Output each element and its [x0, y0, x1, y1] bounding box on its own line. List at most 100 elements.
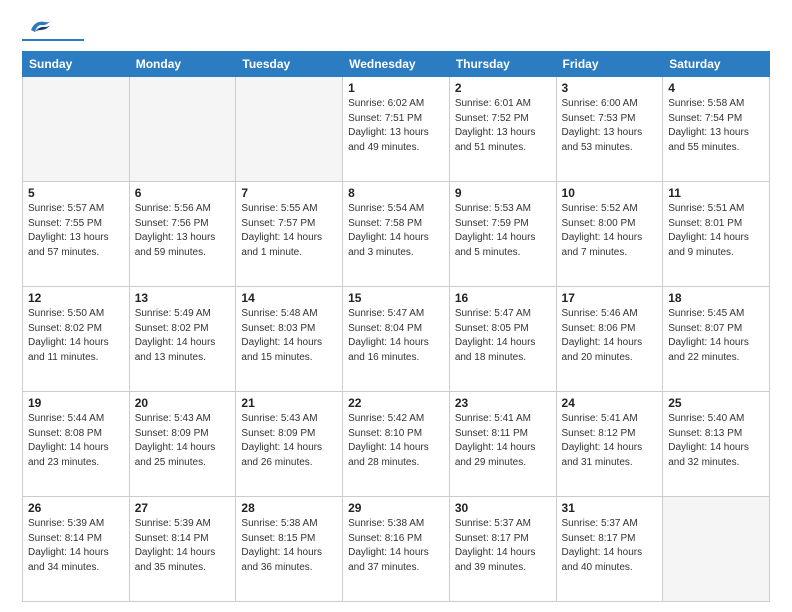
- weekday-header-wednesday: Wednesday: [343, 52, 450, 77]
- cell-info: Sunrise: 5:41 AMSunset: 8:11 PMDaylight:…: [455, 412, 551, 470]
- calendar-cell: 28 Sunrise: 5:38 AMSunset: 8:15 PMDayligh…: [236, 497, 343, 602]
- day-number: 14: [241, 291, 337, 305]
- day-number: 7: [241, 186, 337, 200]
- calendar-cell: 27Sunrise: 5:39 AMSunset: 8:14 PMDayligh…: [129, 497, 236, 602]
- calendar-cell: 21 Sunrise: 5:43 AMSunset: 8:09 PMDayligh…: [236, 392, 343, 497]
- day-number: 2: [455, 81, 551, 95]
- day-number: 15: [348, 291, 444, 305]
- cell-info: Sunrise: 5:47 AMSunset: 8:05 PMDaylight:…: [455, 307, 551, 365]
- day-number: 12: [28, 291, 124, 305]
- day-number: 21: [241, 396, 337, 410]
- day-number: 29: [348, 501, 444, 515]
- calendar-cell: 31 Sunrise: 5:37 AMSunset: 8:17 PMDayligh…: [556, 497, 663, 602]
- calendar-cell: 14 Sunrise: 5:48 AMSunset: 8:03 PMDayligh…: [236, 287, 343, 392]
- cell-info: Sunrise: 5:38 AMSunset: 8:16 PMDaylight:…: [348, 517, 444, 575]
- calendar-cell: 3 Sunrise: 6:00 AMSunset: 7:53 PMDaylight…: [556, 77, 663, 182]
- week-row-4: 19Sunrise: 5:44 AMSunset: 8:08 PMDayligh…: [23, 392, 770, 497]
- calendar-cell: 10 Sunrise: 5:52 AMSunset: 8:00 PMDayligh…: [556, 182, 663, 287]
- cell-info: Sunrise: 5:37 AMSunset: 8:17 PMDaylight:…: [562, 517, 658, 575]
- day-number: 1: [348, 81, 444, 95]
- week-row-5: 26Sunrise: 5:39 AMSunset: 8:14 PMDayligh…: [23, 497, 770, 602]
- day-number: 24: [562, 396, 658, 410]
- cell-info: Sunrise: 5:58 AMSunset: 7:54 PMDaylight:…: [668, 97, 764, 155]
- calendar-cell: 9Sunrise: 5:53 AMSunset: 7:59 PMDaylight…: [449, 182, 556, 287]
- cell-info: Sunrise: 5:45 AMSunset: 8:07 PMDaylight:…: [668, 307, 764, 365]
- cell-info: Sunrise: 5:52 AMSunset: 8:00 PMDaylight:…: [562, 202, 658, 260]
- calendar-cell: [129, 77, 236, 182]
- day-number: 23: [455, 396, 551, 410]
- cell-info: Sunrise: 5:41 AMSunset: 8:12 PMDaylight:…: [562, 412, 658, 470]
- weekday-header-thursday: Thursday: [449, 52, 556, 77]
- cell-info: Sunrise: 5:49 AMSunset: 8:02 PMDaylight:…: [135, 307, 231, 365]
- calendar-cell: [23, 77, 130, 182]
- day-number: 10: [562, 186, 658, 200]
- logo-icon: [25, 16, 53, 38]
- day-number: 4: [668, 81, 764, 95]
- cell-info: Sunrise: 5:39 AMSunset: 8:14 PMDaylight:…: [28, 517, 124, 575]
- day-number: 9: [455, 186, 551, 200]
- calendar-cell: 22 Sunrise: 5:42 AMSunset: 8:10 PMDayligh…: [343, 392, 450, 497]
- calendar-cell: 2 Sunrise: 6:01 AMSunset: 7:52 PMDaylight…: [449, 77, 556, 182]
- calendar-cell: 1Sunrise: 6:02 AMSunset: 7:51 PMDaylight…: [343, 77, 450, 182]
- cell-info: Sunrise: 6:01 AMSunset: 7:52 PMDaylight:…: [455, 97, 551, 155]
- day-number: 28: [241, 501, 337, 515]
- cell-info: Sunrise: 5:56 AMSunset: 7:56 PMDaylight:…: [135, 202, 231, 260]
- cell-info: Sunrise: 5:38 AMSunset: 8:15 PMDaylight:…: [241, 517, 337, 575]
- weekday-header-sunday: Sunday: [23, 52, 130, 77]
- weekday-header-friday: Friday: [556, 52, 663, 77]
- calendar-cell: 12Sunrise: 5:50 AMSunset: 8:02 PMDayligh…: [23, 287, 130, 392]
- header: [22, 18, 770, 41]
- day-number: 8: [348, 186, 444, 200]
- cell-info: Sunrise: 5:55 AMSunset: 7:57 PMDaylight:…: [241, 202, 337, 260]
- calendar-table: SundayMondayTuesdayWednesdayThursdayFrid…: [22, 51, 770, 602]
- weekday-header-saturday: Saturday: [663, 52, 770, 77]
- calendar-cell: 30Sunrise: 5:37 AMSunset: 8:17 PMDayligh…: [449, 497, 556, 602]
- day-number: 22: [348, 396, 444, 410]
- cell-info: Sunrise: 5:40 AMSunset: 8:13 PMDaylight:…: [668, 412, 764, 470]
- calendar-cell: 17 Sunrise: 5:46 AMSunset: 8:06 PMDayligh…: [556, 287, 663, 392]
- weekday-header-tuesday: Tuesday: [236, 52, 343, 77]
- calendar-cell: 13Sunrise: 5:49 AMSunset: 8:02 PMDayligh…: [129, 287, 236, 392]
- calendar-cell: 16 Sunrise: 5:47 AMSunset: 8:05 PMDayligh…: [449, 287, 556, 392]
- calendar-cell: 4 Sunrise: 5:58 AMSunset: 7:54 PMDaylight…: [663, 77, 770, 182]
- calendar-cell: 6 Sunrise: 5:56 AMSunset: 7:56 PMDaylight…: [129, 182, 236, 287]
- cell-info: Sunrise: 5:43 AMSunset: 8:09 PMDaylight:…: [241, 412, 337, 470]
- calendar-cell: [236, 77, 343, 182]
- calendar-cell: 23 Sunrise: 5:41 AMSunset: 8:11 PMDayligh…: [449, 392, 556, 497]
- cell-info: Sunrise: 5:54 AMSunset: 7:58 PMDaylight:…: [348, 202, 444, 260]
- cell-info: Sunrise: 5:43 AMSunset: 8:09 PMDaylight:…: [135, 412, 231, 470]
- day-number: 25: [668, 396, 764, 410]
- calendar-cell: 7 Sunrise: 5:55 AMSunset: 7:57 PMDaylight…: [236, 182, 343, 287]
- day-number: 16: [455, 291, 551, 305]
- calendar-cell: 24 Sunrise: 5:41 AMSunset: 8:12 PMDayligh…: [556, 392, 663, 497]
- day-number: 18: [668, 291, 764, 305]
- calendar-cell: 29 Sunrise: 5:38 AMSunset: 8:16 PMDayligh…: [343, 497, 450, 602]
- day-number: 3: [562, 81, 658, 95]
- cell-info: Sunrise: 6:00 AMSunset: 7:53 PMDaylight:…: [562, 97, 658, 155]
- cell-info: Sunrise: 5:48 AMSunset: 8:03 PMDaylight:…: [241, 307, 337, 365]
- day-number: 31: [562, 501, 658, 515]
- cell-info: Sunrise: 5:42 AMSunset: 8:10 PMDaylight:…: [348, 412, 444, 470]
- calendar-cell: 15Sunrise: 5:47 AMSunset: 8:04 PMDayligh…: [343, 287, 450, 392]
- weekday-header-monday: Monday: [129, 52, 236, 77]
- calendar-cell: [663, 497, 770, 602]
- week-row-2: 5 Sunrise: 5:57 AMSunset: 7:55 PMDaylight…: [23, 182, 770, 287]
- cell-info: Sunrise: 5:39 AMSunset: 8:14 PMDaylight:…: [135, 517, 231, 575]
- calendar-cell: 26Sunrise: 5:39 AMSunset: 8:14 PMDayligh…: [23, 497, 130, 602]
- day-number: 20: [135, 396, 231, 410]
- cell-info: Sunrise: 5:57 AMSunset: 7:55 PMDaylight:…: [28, 202, 124, 260]
- calendar-cell: 19Sunrise: 5:44 AMSunset: 8:08 PMDayligh…: [23, 392, 130, 497]
- day-number: 11: [668, 186, 764, 200]
- cell-info: Sunrise: 5:37 AMSunset: 8:17 PMDaylight:…: [455, 517, 551, 575]
- day-number: 5: [28, 186, 124, 200]
- week-row-3: 12Sunrise: 5:50 AMSunset: 8:02 PMDayligh…: [23, 287, 770, 392]
- day-number: 17: [562, 291, 658, 305]
- week-row-1: 1Sunrise: 6:02 AMSunset: 7:51 PMDaylight…: [23, 77, 770, 182]
- calendar-cell: 18 Sunrise: 5:45 AMSunset: 8:07 PMDayligh…: [663, 287, 770, 392]
- day-number: 19: [28, 396, 124, 410]
- cell-info: Sunrise: 5:51 AMSunset: 8:01 PMDaylight:…: [668, 202, 764, 260]
- calendar-cell: 20 Sunrise: 5:43 AMSunset: 8:09 PMDayligh…: [129, 392, 236, 497]
- day-number: 6: [135, 186, 231, 200]
- cell-info: Sunrise: 5:46 AMSunset: 8:06 PMDaylight:…: [562, 307, 658, 365]
- logo: [22, 18, 84, 41]
